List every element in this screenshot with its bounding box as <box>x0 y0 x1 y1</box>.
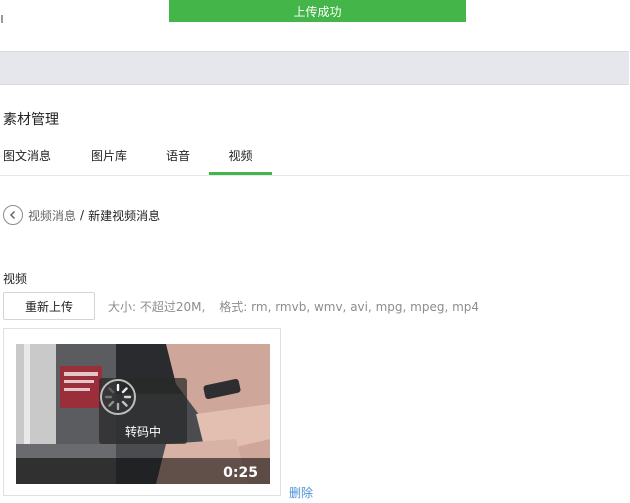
format-tip: 格式: rm, rmvb, wmv, avi, mpg, mpeg, mp4 <box>219 300 480 314</box>
toast-text: 上传成功 <box>293 4 342 19</box>
upload-success-toast: 上传成功 <box>169 0 466 22</box>
size-tip: 大小: 不超过20M, <box>108 300 206 314</box>
upload-tips: 大小: 不超过20M, 格式: rm, rmvb, wmv, avi, mpg, … <box>108 298 479 315</box>
tab-image-library[interactable]: 图片库 <box>89 143 129 172</box>
breadcrumb-current: 新建视频消息 <box>88 208 161 223</box>
breadcrumb-parent-link[interactable]: 视频消息 <box>28 207 76 224</box>
breadcrumb-separator: / <box>80 208 85 222</box>
video-thumbnail[interactable]: 转码中 0:25 <box>16 344 270 484</box>
breadcrumb: 视频消息 / 新建视频消息 <box>3 204 160 226</box>
page-title: 素材管理 <box>3 112 59 128</box>
transcoding-overlay: 转码中 <box>99 378 187 444</box>
video-preview-card: 转码中 0:25 <box>3 328 281 496</box>
material-tabs: 图文消息 图片库 语音 视频 <box>0 143 630 176</box>
tab-news[interactable]: 图文消息 <box>3 143 51 172</box>
loading-spinner-icon <box>100 379 136 415</box>
transcoding-status: 转码中 <box>124 425 161 439</box>
chevron-left-icon[interactable] <box>3 205 23 225</box>
video-duration: 0:25 <box>223 465 258 481</box>
top-nav-bar <box>0 51 629 85</box>
video-field-label: 视频 <box>3 272 28 286</box>
tab-video[interactable]: 视频 <box>209 143 272 175</box>
edge-marker <box>1 15 3 23</box>
reupload-button[interactable]: 重新上传 <box>3 292 95 320</box>
tab-voice[interactable]: 语音 <box>164 143 192 172</box>
delete-link[interactable]: 删除 <box>289 484 313 501</box>
